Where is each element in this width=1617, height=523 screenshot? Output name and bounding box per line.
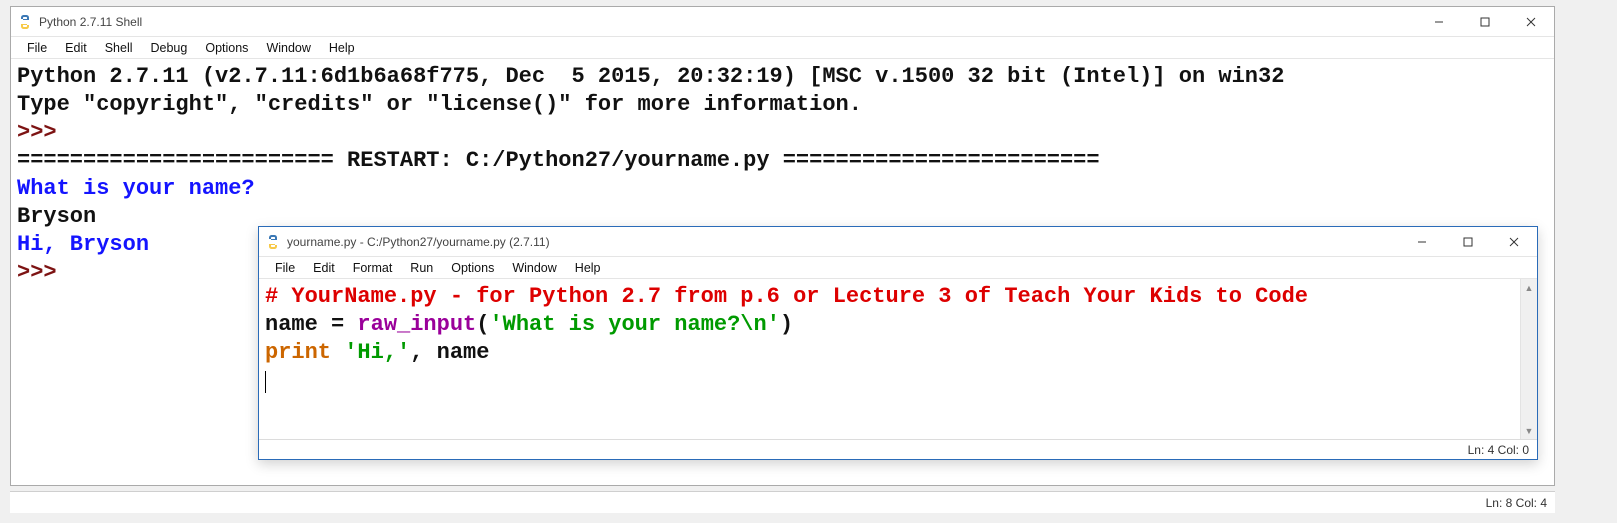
editor-titlebar[interactable]: yourname.py - C:/Python27/yourname.py (2… bbox=[259, 227, 1537, 257]
shell-titlebar[interactable]: Python 2.7.11 Shell bbox=[11, 7, 1554, 37]
shell-stdout: What is your name? bbox=[17, 176, 255, 201]
maximize-button[interactable] bbox=[1445, 227, 1491, 256]
close-button[interactable] bbox=[1491, 227, 1537, 256]
editor-title: yourname.py - C:/Python27/yourname.py (2… bbox=[287, 235, 1399, 249]
editor-content[interactable]: # YourName.py - for Python 2.7 from p.6 … bbox=[259, 279, 1537, 439]
menu-help[interactable]: Help bbox=[567, 259, 609, 277]
minimize-button[interactable] bbox=[1416, 7, 1462, 36]
code-string: 'What is your name?\n' bbox=[489, 312, 779, 337]
python-icon bbox=[265, 234, 281, 250]
menu-options[interactable]: Options bbox=[443, 259, 502, 277]
menu-options[interactable]: Options bbox=[197, 39, 256, 57]
code-text: ( bbox=[476, 312, 489, 337]
menu-file[interactable]: File bbox=[267, 259, 303, 277]
maximize-button[interactable] bbox=[1462, 7, 1508, 36]
menu-file[interactable]: File bbox=[19, 39, 55, 57]
close-button[interactable] bbox=[1508, 7, 1554, 36]
editor-status-text: Ln: 4 Col: 0 bbox=[1468, 443, 1529, 457]
menu-debug[interactable]: Debug bbox=[143, 39, 196, 57]
code-text: , name bbox=[410, 340, 489, 365]
shell-restart: ======================== RESTART: C:/Pyt… bbox=[17, 148, 1100, 173]
scroll-down-icon[interactable]: ▼ bbox=[1521, 422, 1537, 439]
shell-status-text: Ln: 8 Col: 4 bbox=[1486, 496, 1547, 510]
editor-statusbar: Ln: 4 Col: 0 bbox=[259, 439, 1537, 459]
shell-input: Bryson bbox=[17, 204, 96, 229]
code-keyword: print bbox=[265, 340, 331, 365]
shell-stdout: Hi, Bryson bbox=[17, 232, 149, 257]
code-comment: # YourName.py - for Python 2.7 from p.6 … bbox=[265, 284, 1308, 309]
menu-run[interactable]: Run bbox=[402, 259, 441, 277]
code-string: 'Hi,' bbox=[344, 340, 410, 365]
code-builtin: raw_input bbox=[357, 312, 476, 337]
editor-scrollbar[interactable]: ▲ ▼ bbox=[1520, 279, 1537, 439]
python-icon bbox=[17, 14, 33, 30]
editor-code[interactable]: # YourName.py - for Python 2.7 from p.6 … bbox=[259, 279, 1537, 399]
code-text: name = bbox=[265, 312, 357, 337]
editor-window: yourname.py - C:/Python27/yourname.py (2… bbox=[258, 226, 1538, 460]
shell-title: Python 2.7.11 Shell bbox=[39, 15, 1416, 29]
shell-line: Python 2.7.11 (v2.7.11:6d1b6a68f775, Dec… bbox=[17, 64, 1284, 89]
text-cursor bbox=[265, 371, 266, 393]
editor-menubar: File Edit Format Run Options Window Help bbox=[259, 257, 1537, 279]
scroll-up-icon[interactable]: ▲ bbox=[1521, 279, 1537, 296]
editor-window-controls bbox=[1399, 227, 1537, 256]
minimize-button[interactable] bbox=[1399, 227, 1445, 256]
menu-help[interactable]: Help bbox=[321, 39, 363, 57]
shell-window-controls bbox=[1416, 7, 1554, 36]
menu-edit[interactable]: Edit bbox=[57, 39, 95, 57]
menu-shell[interactable]: Shell bbox=[97, 39, 141, 57]
menu-format[interactable]: Format bbox=[345, 259, 401, 277]
shell-menubar: File Edit Shell Debug Options Window Hel… bbox=[11, 37, 1554, 59]
code-text bbox=[331, 340, 344, 365]
menu-window[interactable]: Window bbox=[504, 259, 564, 277]
shell-statusbar: Ln: 8 Col: 4 bbox=[10, 491, 1555, 513]
shell-prompt: >>> bbox=[17, 120, 70, 145]
shell-prompt: >>> bbox=[17, 260, 70, 285]
menu-edit[interactable]: Edit bbox=[305, 259, 343, 277]
shell-line: Type "copyright", "credits" or "license(… bbox=[17, 92, 862, 117]
menu-window[interactable]: Window bbox=[258, 39, 318, 57]
code-text: ) bbox=[780, 312, 793, 337]
